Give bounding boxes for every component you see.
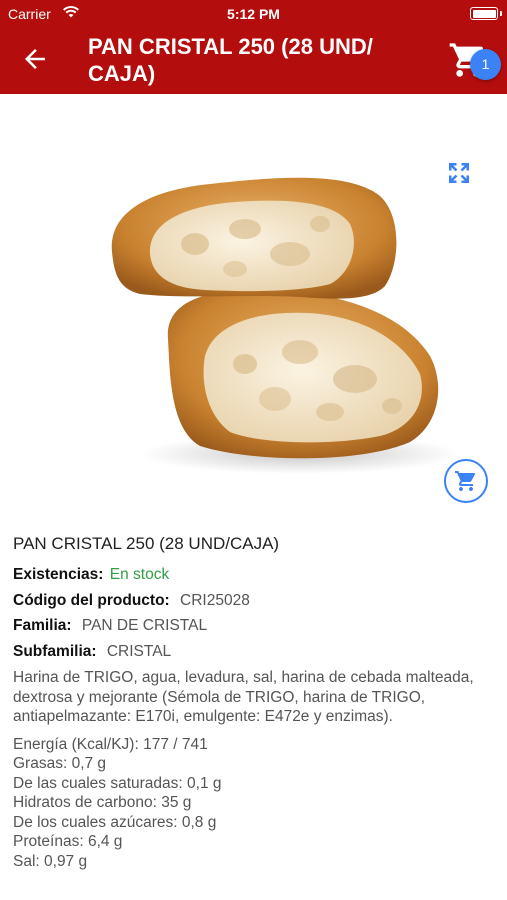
battery-icon: [470, 7, 498, 20]
family-row: Familia: PAN DE CRISTAL: [13, 613, 493, 639]
battery-tip: [500, 11, 502, 16]
product-info: PAN CRISTAL 250 (28 UND/CAJA) Existencia…: [13, 534, 493, 872]
nutrition-line: Proteínas: 6,4 g: [13, 833, 123, 851]
nutrition-line: Sal: 0,97 g: [13, 853, 88, 871]
nutrition-line: De los cuales azúcares: 0,8 g: [13, 813, 217, 831]
stock-row: Existencias: En stock: [13, 562, 493, 588]
subfamily-label: Subfamilia:: [13, 642, 97, 660]
back-arrow-icon[interactable]: [20, 44, 50, 74]
status-bar: Carrier 5:12 PM: [0, 0, 507, 28]
add-to-cart-button[interactable]: [444, 459, 488, 503]
code-row: Código del producto: CRI25028: [13, 588, 493, 614]
app-header: Carrier 5:12 PM PAN CRISTAL 250 (28 UND/…: [0, 0, 507, 94]
subfamily-value: CRISTAL: [106, 642, 172, 660]
nutrition-line: Hidratos de carbono: 35 g: [13, 794, 192, 812]
subfamily-row: Subfamilia: CRISTAL: [13, 639, 493, 665]
code-value: CRI25028: [180, 591, 250, 609]
nutrition-facts: Energía (Kcal/KJ): 177 / 741 Grasas: 0,7…: [13, 735, 493, 872]
expand-icon[interactable]: [444, 158, 474, 188]
product-name: PAN CRISTAL 250 (28 UND/CAJA): [13, 534, 280, 553]
product-image: [111, 177, 460, 474]
product-description: Harina de TRIGO, agua, levadura, sal, ha…: [13, 669, 474, 725]
nutrition-line: Grasas: 0,7 g: [13, 755, 107, 773]
stock-label: Existencias:: [13, 566, 104, 583]
code-label: Código del producto:: [13, 591, 170, 609]
family-value: PAN DE CRISTAL: [81, 617, 208, 634]
nutrition-line: Energía (Kcal/KJ): 177 / 741: [13, 735, 208, 753]
add-to-cart-icon: [455, 471, 476, 491]
family-label: Familia:: [13, 617, 72, 634]
cart-count-badge: 1: [470, 49, 501, 80]
product-image-area: [0, 94, 507, 514]
page-title: PAN CRISTAL 250 (28 UND/ CAJA): [88, 34, 373, 86]
clock: 5:12 PM: [227, 6, 280, 22]
nutrition-line: De las cuales saturadas: 0,1 g: [13, 774, 222, 792]
stock-value: En stock: [109, 566, 170, 583]
